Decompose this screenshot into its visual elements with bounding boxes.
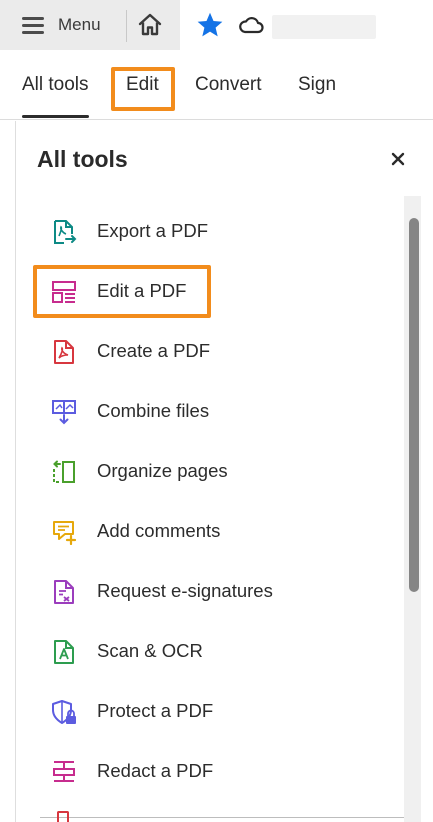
hamburger-icon [22,16,44,34]
all-tools-panel: All tools Export a PDF Edit a PDF Create… [15,121,433,822]
scrollbar-thumb[interactable] [409,218,419,592]
tool-label: Create a PDF [97,340,211,361]
document-name-field [272,15,376,39]
redact-pdf-icon [53,761,75,782]
tool-label: Edit a PDF [97,280,187,301]
home-button[interactable] [134,9,166,41]
tool-label: Organize pages [97,460,228,481]
tool-create-pdf[interactable]: Create a PDF [16,326,396,376]
tool-redact-pdf[interactable]: Redact a PDF [16,746,396,796]
panel-title: All tools [37,146,128,172]
tool-label: Redact a PDF [97,760,214,781]
scan-ocr-icon [54,640,74,664]
cloud-icon [239,17,264,34]
tool-organize-pages[interactable]: Organize pages [16,446,396,496]
tool-tabs: All tools Edit Convert Sign [0,50,433,120]
close-icon [391,152,405,166]
edit-pdf-icon [52,281,76,303]
menu-button[interactable]: Menu [10,8,122,42]
close-button[interactable] [384,145,412,173]
tab-edit[interactable]: Edit [126,74,159,96]
tool-label: Request e-signatures [97,580,273,601]
create-pdf-icon [54,340,74,364]
tool-protect-pdf[interactable]: Protect a PDF [16,686,396,736]
tool-scan-ocr[interactable]: Scan & OCR [16,626,396,676]
tool-add-comments[interactable]: Add comments [16,506,396,556]
tool-combine-files[interactable]: Combine files [16,386,396,436]
partial-tool-icon [57,811,69,822]
combine-files-icon [52,400,76,425]
tool-label: Add comments [97,520,221,541]
request-esign-icon [54,580,74,604]
tool-export-pdf[interactable]: Export a PDF [16,206,396,256]
menu-label: Menu [58,15,101,34]
app-top-bar: Menu [0,0,433,50]
tab-all-tools[interactable]: All tools [22,74,89,118]
tool-label: Combine files [97,400,210,421]
home-icon [138,13,162,36]
tab-convert[interactable]: Convert [195,74,262,96]
tab-sign[interactable]: Sign [298,74,336,96]
tool-request-esignatures[interactable]: Request e-signatures [16,566,396,616]
export-pdf-icon [54,220,77,244]
tool-label: Export a PDF [97,220,209,241]
protect-pdf-icon [52,700,76,724]
star-icon[interactable] [196,11,224,39]
tool-label: Scan & OCR [97,640,203,661]
topbar-divider [126,10,127,42]
panel-divider [40,817,404,818]
document-tab[interactable] [180,0,433,50]
organize-pages-icon [53,460,75,483]
add-comments-icon [53,521,77,545]
tool-label: Protect a PDF [97,700,214,721]
tool-edit-pdf[interactable]: Edit a PDF [16,266,396,316]
